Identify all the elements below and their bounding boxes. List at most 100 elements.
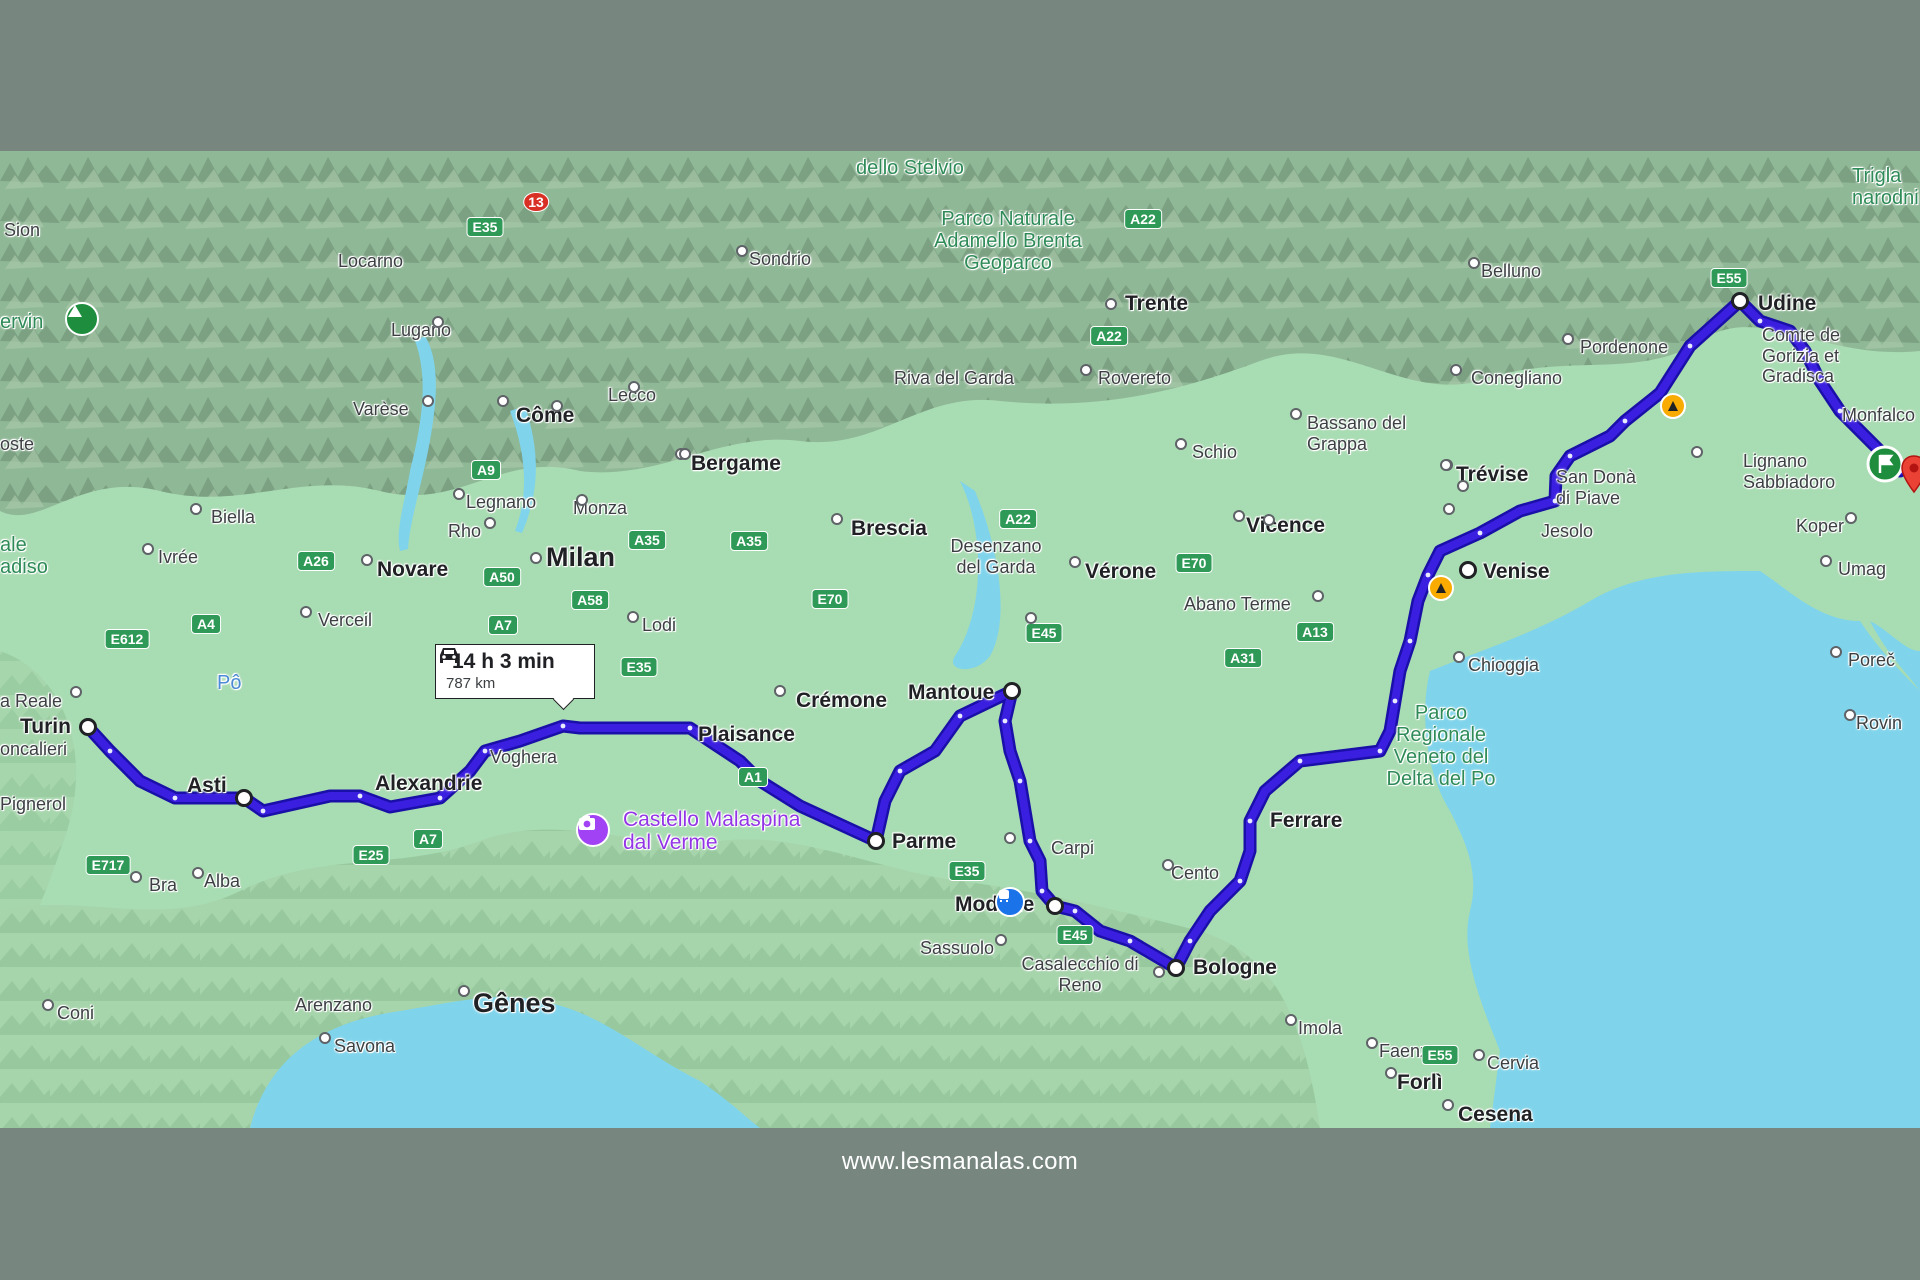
place-dot bbox=[1312, 590, 1324, 602]
road-shield-a22: A22 bbox=[999, 509, 1037, 529]
place-dot bbox=[774, 685, 786, 697]
town-label-legnano: Legnano bbox=[466, 492, 537, 512]
place-dot bbox=[1233, 510, 1245, 522]
route-dot bbox=[1039, 888, 1045, 894]
footer-url[interactable]: www.lesmanalas.com bbox=[0, 1148, 1920, 1176]
place-dot bbox=[627, 611, 639, 623]
road-shield-13: 13 bbox=[523, 192, 549, 212]
place-dot bbox=[1175, 438, 1187, 450]
waypoint-marker[interactable] bbox=[1046, 897, 1064, 915]
route-dot bbox=[897, 768, 903, 774]
place-dot bbox=[530, 552, 542, 564]
route-dot bbox=[1127, 938, 1133, 944]
waypoint-marker[interactable] bbox=[1003, 682, 1021, 700]
place-dot bbox=[1473, 1049, 1485, 1061]
place-dot bbox=[453, 488, 465, 500]
route-dot bbox=[1622, 418, 1628, 424]
town-label-voghera: Voghera bbox=[490, 747, 558, 767]
city-label-verone: Vérone bbox=[1085, 560, 1157, 583]
road-shield-a35: A35 bbox=[628, 530, 666, 550]
transit-icon[interactable] bbox=[995, 887, 1025, 917]
river-label-po: Pô bbox=[217, 672, 242, 694]
town-label-rho: Rho bbox=[448, 521, 482, 541]
place-dot bbox=[142, 543, 154, 555]
place-dot bbox=[1691, 446, 1703, 458]
road-shield-a31: A31 bbox=[1224, 648, 1262, 668]
city-label-milan: Milan bbox=[546, 542, 616, 572]
waypoint-marker[interactable] bbox=[79, 718, 97, 736]
camera-icon[interactable] bbox=[576, 813, 610, 847]
city-label-mantoue: Mantoue bbox=[908, 681, 995, 704]
town-label-sassuolo: Sassuolo bbox=[920, 938, 995, 958]
town-label-savona: Savona bbox=[334, 1036, 396, 1056]
city-label-ferrare: Ferrare bbox=[1270, 809, 1343, 832]
town-label-locarno: Locarno bbox=[338, 251, 404, 271]
place-dot bbox=[1153, 966, 1165, 978]
route-dot bbox=[1567, 453, 1573, 459]
place-dot bbox=[432, 316, 444, 328]
place-dot bbox=[497, 395, 509, 407]
route-dot bbox=[172, 795, 178, 801]
waypoint-marker[interactable] bbox=[1731, 292, 1749, 310]
route-dot bbox=[1407, 638, 1413, 644]
town-label-moncalieri: oncalieri bbox=[0, 739, 68, 759]
place-dot bbox=[1845, 512, 1857, 524]
poi-label-castello[interactable]: Castello Malaspina dal Verme bbox=[623, 808, 833, 854]
park-label-cervin: ervin bbox=[0, 311, 44, 333]
road-shield-a7: A7 bbox=[488, 615, 518, 635]
town-label-reale: a Reale bbox=[0, 691, 63, 711]
route-info-bubble[interactable]: 14 h 3 min 787 km bbox=[435, 644, 595, 711]
place-dot bbox=[422, 395, 434, 407]
place-dot bbox=[1562, 333, 1574, 345]
road-shield-e35: E35 bbox=[948, 861, 986, 881]
city-label-alexandrie: Alexandrie bbox=[375, 772, 483, 795]
route-dot bbox=[1687, 343, 1693, 349]
place-dot bbox=[361, 554, 373, 566]
town-label-bra: Bra bbox=[149, 875, 178, 895]
route-dot bbox=[1027, 838, 1033, 844]
park-label-ale: ale adiso bbox=[0, 534, 48, 578]
place-dot bbox=[576, 494, 588, 506]
town-label-bassano: Bassano del Grappa bbox=[1307, 413, 1407, 454]
city-label-turin: Turin bbox=[20, 715, 71, 738]
town-label-cesena: Cesena bbox=[1458, 1103, 1533, 1126]
road-shield-a1: A1 bbox=[738, 767, 768, 787]
waypoint-marker[interactable] bbox=[867, 832, 885, 850]
route-dot bbox=[560, 723, 566, 729]
road-shield-e70: E70 bbox=[1175, 553, 1213, 573]
city-label-asti: Asti bbox=[187, 774, 227, 797]
waypoint-marker[interactable] bbox=[1167, 959, 1185, 977]
place-dot bbox=[1105, 298, 1117, 310]
city-label-novare: Novare bbox=[377, 558, 449, 581]
town-label-pignerol: Pignerol bbox=[0, 794, 67, 814]
place-dot bbox=[1830, 646, 1842, 658]
town-label-oste: oste bbox=[0, 434, 35, 454]
place-dot bbox=[1442, 1099, 1454, 1111]
waypoint-marker[interactable] bbox=[235, 789, 253, 807]
route-dot bbox=[957, 713, 963, 719]
town-label-porec: Poreč bbox=[1848, 650, 1896, 670]
road-shield-e35: E35 bbox=[620, 657, 658, 677]
town-label-monfalcone: Monfalco bbox=[1842, 405, 1916, 425]
place-dot bbox=[1263, 514, 1275, 526]
route-dot bbox=[107, 748, 113, 754]
waypoint-marker[interactable] bbox=[1459, 561, 1477, 579]
place-dot bbox=[628, 381, 640, 393]
place-dot bbox=[319, 1032, 331, 1044]
town-label-forli: Forlì bbox=[1397, 1071, 1443, 1094]
place-dot bbox=[1162, 859, 1174, 871]
road-shield-a26: A26 bbox=[297, 551, 335, 571]
place-dot bbox=[995, 934, 1007, 946]
route-dot bbox=[1017, 778, 1023, 784]
town-label-san-dona: San Donà di Piave bbox=[1556, 467, 1637, 508]
route-dot bbox=[1002, 718, 1008, 724]
place-dot bbox=[1290, 408, 1302, 420]
route-dot bbox=[260, 808, 266, 814]
mountain-icon[interactable] bbox=[65, 302, 99, 336]
town-label-verceil: Verceil bbox=[318, 610, 373, 630]
town-label-chioggia: Chioggia bbox=[1468, 655, 1540, 675]
place-dot bbox=[42, 999, 54, 1011]
road-shield-a22: A22 bbox=[1124, 209, 1162, 229]
route-map[interactable]: Milan Turin Asti Alexandrie Voghera Plai… bbox=[0, 151, 1920, 1128]
town-label-ivree: Ivrée bbox=[158, 547, 199, 567]
